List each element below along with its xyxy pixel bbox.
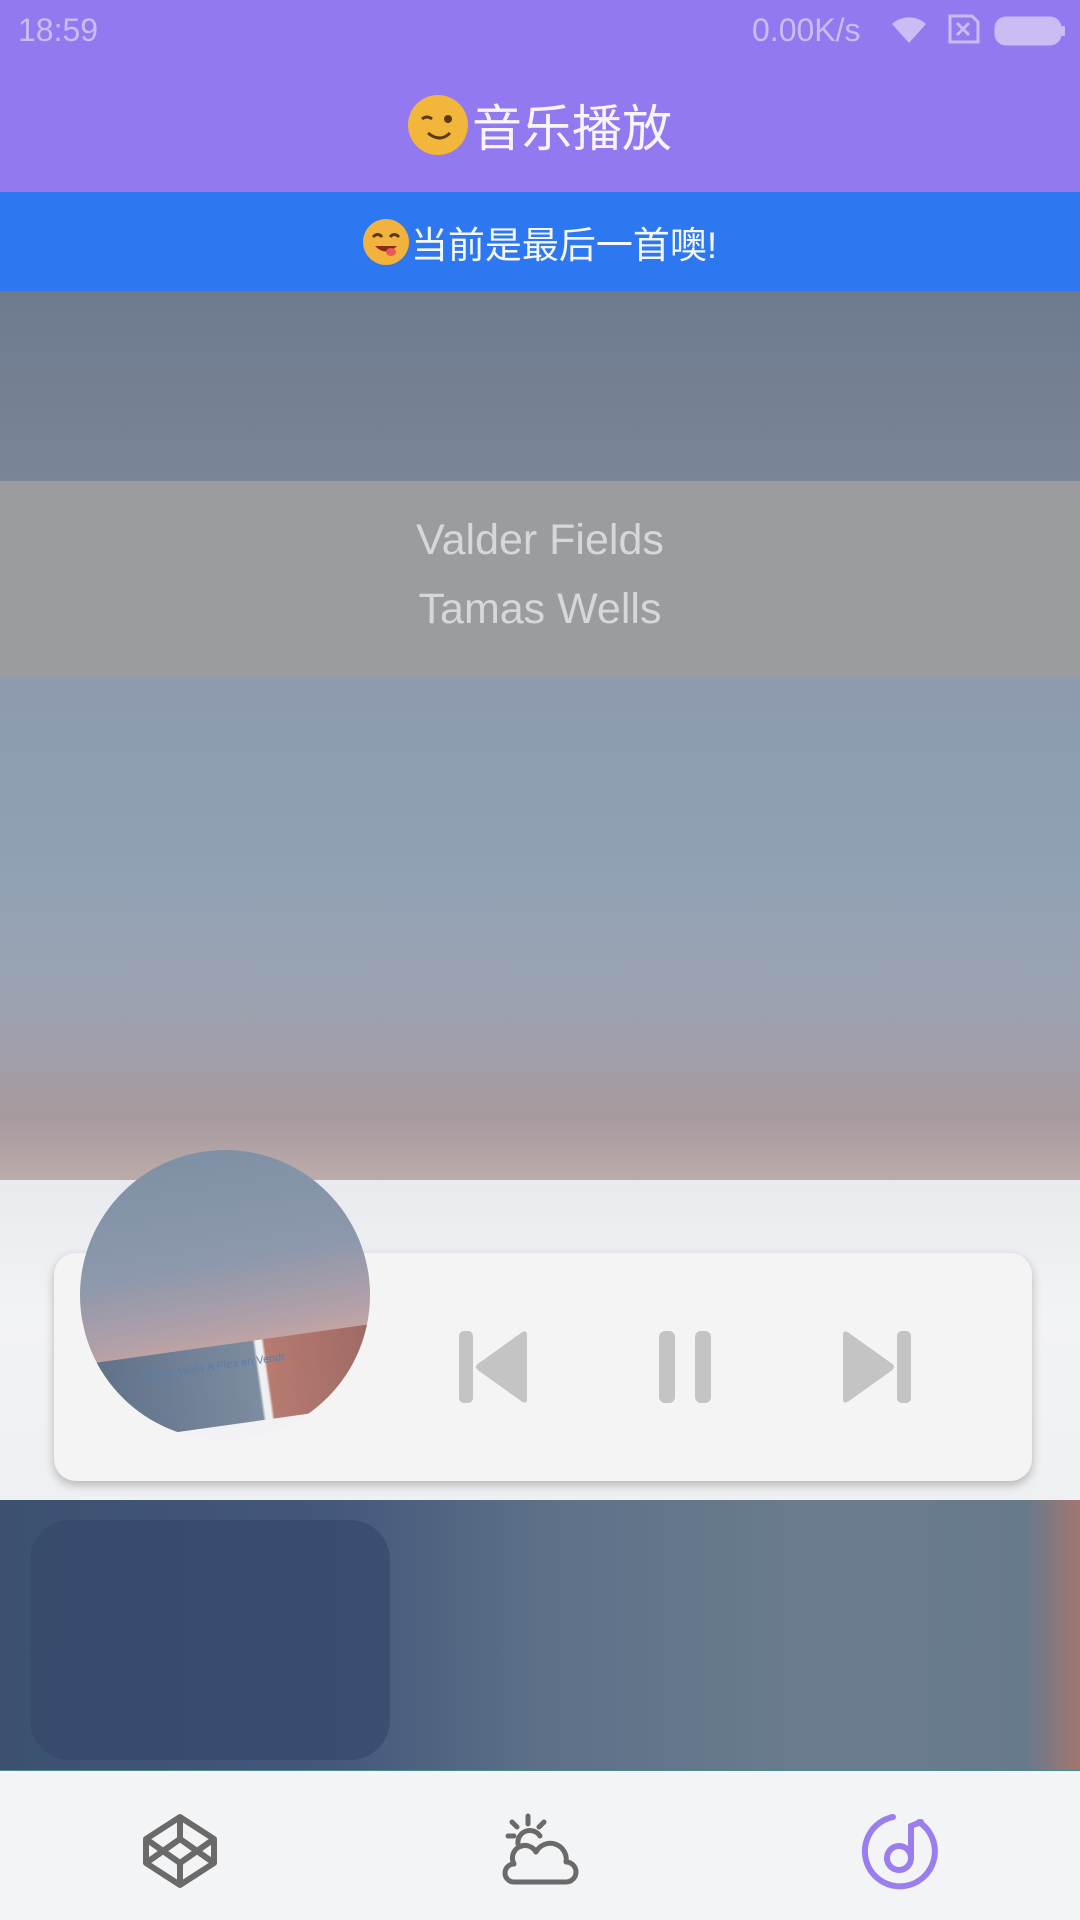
background-blur-shade xyxy=(30,1520,390,1760)
song-title: Valder Fields xyxy=(416,516,664,564)
notice-text: 当前是最后一首噢! xyxy=(410,224,718,266)
previous-icon xyxy=(459,1331,527,1403)
pause-button[interactable] xyxy=(640,1325,730,1409)
status-time: 18:59 xyxy=(18,12,99,48)
previous-button[interactable] xyxy=(448,1325,538,1409)
app-title-row: 音乐播放 xyxy=(0,90,1080,160)
next-icon xyxy=(843,1331,911,1403)
sim-off-icon xyxy=(944,14,980,52)
song-info-band xyxy=(0,481,1080,677)
status-net-speed: 0.00K/s xyxy=(752,12,861,48)
screen: 18:59 0.00K/s 音乐播放 当前是最后一首噢! Valder Fiel… xyxy=(0,0,1080,1920)
weather-icon xyxy=(502,1813,579,1885)
background-blur-top xyxy=(0,291,1080,481)
codepen-icon xyxy=(143,1814,217,1888)
status-bar: 18:59 0.00K/s xyxy=(0,0,1080,62)
music-icon xyxy=(861,1814,938,1890)
background-blur-middle xyxy=(0,677,1080,1197)
nav-item-weather[interactable] xyxy=(490,1801,590,1901)
savoring-face-icon xyxy=(362,218,409,265)
nav-item-codepen[interactable] xyxy=(130,1801,230,1901)
pause-icon xyxy=(659,1331,711,1403)
wifi-icon xyxy=(888,12,930,54)
song-artist: Tamas Wells xyxy=(418,585,662,633)
nav-item-music[interactable] xyxy=(850,1801,950,1901)
notice-bar: 当前是最后一首噢! xyxy=(0,192,1080,291)
next-button[interactable] xyxy=(832,1325,922,1409)
page-title: 音乐播放 xyxy=(472,101,672,157)
bottom-navigation xyxy=(0,1770,1080,1920)
battery-icon xyxy=(994,16,1066,54)
winking-face-icon xyxy=(408,95,468,155)
album-art[interactable] xyxy=(80,1150,370,1440)
